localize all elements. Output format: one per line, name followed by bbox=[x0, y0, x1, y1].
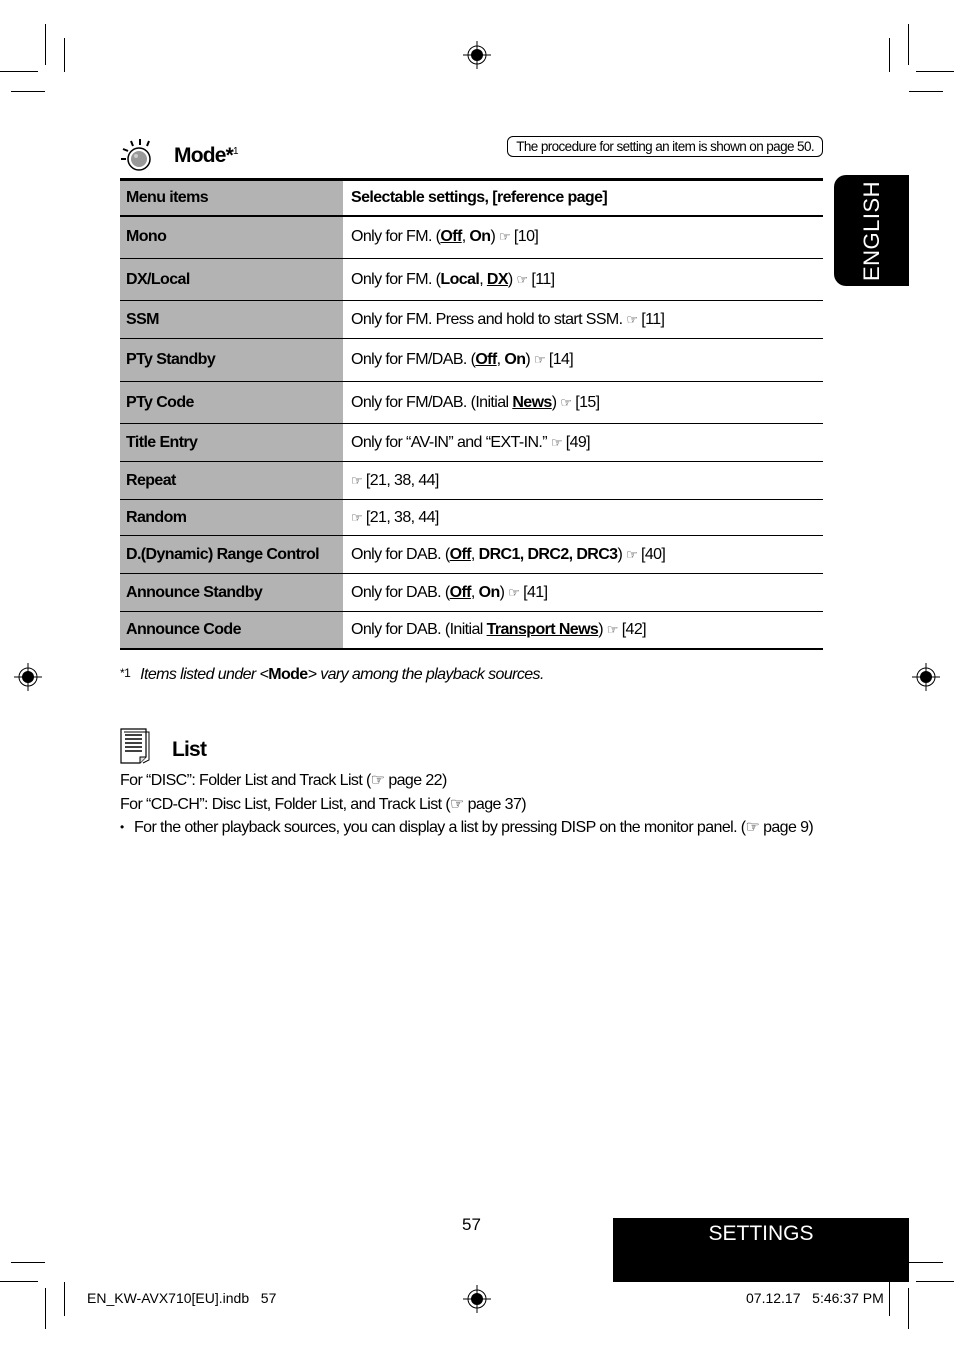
menu-item-cell: Announce Code bbox=[120, 611, 343, 649]
crop-mark bbox=[916, 1281, 954, 1282]
table-row: Random ☞ [21, 38, 44] bbox=[120, 499, 823, 536]
footnote-mark: *1 bbox=[120, 666, 131, 680]
crop-mark bbox=[0, 1281, 38, 1282]
crop-mark bbox=[889, 1282, 890, 1316]
print-slug-timestamp: 07.12.17 5:46:37 PM bbox=[746, 1290, 884, 1306]
language-tab: ENGLISH bbox=[834, 175, 909, 286]
crop-mark bbox=[45, 1288, 46, 1329]
page-number: 57 bbox=[462, 1215, 481, 1234]
table-row: Repeat ☞ [21, 38, 44] bbox=[120, 461, 823, 500]
crop-mark bbox=[908, 1288, 909, 1329]
menu-item-cell: PTy Code bbox=[120, 381, 343, 424]
list-text-line: For “CD-CH”: Disc List, Folder List, and… bbox=[120, 795, 527, 813]
crop-mark bbox=[11, 91, 45, 92]
list-section-body: For “DISC”: Folder List and Track List (… bbox=[120, 769, 814, 840]
table-row: PTy Code Only for FM/DAB. (Initial News) … bbox=[120, 381, 823, 424]
crop-mark bbox=[889, 38, 890, 72]
procedure-note: The procedure for setting an item is sho… bbox=[507, 136, 823, 157]
table-row: SSM Only for FM. Press and hold to start … bbox=[120, 300, 823, 339]
setting-cell: Only for DAB. (Initial Transport News) ☞… bbox=[351, 620, 647, 638]
setting-cell: Only for FM/DAB. (Initial News) ☞ [15] bbox=[351, 393, 600, 411]
footnote-text: > vary among the playback sources. bbox=[307, 666, 545, 683]
section-title: Mode*1 bbox=[174, 144, 239, 168]
table-row: Announce Standby Only for DAB. (Off, On) … bbox=[120, 573, 823, 612]
crop-mark bbox=[909, 91, 943, 92]
registration-mark-icon bbox=[912, 663, 940, 691]
menu-item-cell: Mono bbox=[120, 215, 343, 259]
list-text-line: For “DISC”: Folder List and Track List (… bbox=[120, 772, 447, 789]
column-header: Selectable settings, [reference page] bbox=[351, 188, 608, 206]
table-row: D.(Dynamic) Range Control Only for DAB. (… bbox=[120, 535, 823, 574]
crop-mark bbox=[45, 24, 46, 65]
setting-cell: Only for FM. Press and hold to start SSM… bbox=[351, 310, 665, 328]
crop-mark bbox=[11, 1262, 45, 1263]
section-tab: SETTINGS bbox=[613, 1218, 909, 1282]
setting-cell: ☞ [21, 38, 44] bbox=[351, 508, 439, 526]
language-tab-label: ENGLISH bbox=[858, 180, 884, 281]
crop-mark bbox=[64, 38, 65, 72]
setting-cell: Only for FM/DAB. (Off, On) ☞ [14] bbox=[351, 351, 574, 368]
menu-item-cell: Title Entry bbox=[120, 423, 343, 462]
table-header-row: Menu items Selectable settings, [referen… bbox=[120, 179, 823, 216]
footnote: *1 Items listed under <Mode> vary among t… bbox=[120, 666, 544, 684]
menu-item-cell: DX/Local bbox=[120, 258, 343, 301]
setting-cell: Only for “AV-IN” and “EXT-IN.” ☞ [49] bbox=[351, 433, 591, 451]
setting-cell: ☞ [21, 38, 44] bbox=[351, 471, 439, 489]
crop-mark bbox=[916, 71, 954, 72]
menu-item-cell: D.(Dynamic) Range Control bbox=[120, 535, 343, 574]
footnote-bold: Mode bbox=[268, 666, 308, 683]
table-row: Mono Only for FM. (Off, On) ☞ [10] bbox=[120, 215, 823, 259]
menu-item-cell: Repeat bbox=[120, 461, 343, 500]
crop-mark bbox=[909, 1262, 943, 1263]
menu-item-cell: Announce Standby bbox=[120, 573, 343, 612]
mode-section-header: Mode*1 The procedure for setting an item… bbox=[120, 136, 825, 178]
table-row: Announce Code Only for DAB. (Initial Tran… bbox=[120, 611, 823, 649]
setting-cell: Only for FM. (Off, On) ☞ [10] bbox=[351, 228, 539, 246]
setting-cell: Only for DAB. (Off, On) ☞ [41] bbox=[351, 583, 548, 601]
column-header: Menu items bbox=[120, 179, 343, 216]
registration-mark-icon bbox=[14, 663, 42, 691]
list-bullet: For the other playback sources, you can … bbox=[120, 816, 814, 840]
document-list-icon bbox=[120, 728, 152, 764]
footnote-text: Items listed under < bbox=[140, 666, 269, 683]
menu-item-cell: SSM bbox=[120, 300, 343, 339]
footnote-ref: 1 bbox=[233, 146, 239, 157]
setting-cell: Only for FM. (Local, DX) ☞ [11] bbox=[351, 270, 555, 288]
registration-mark-icon bbox=[463, 1285, 491, 1313]
crop-mark bbox=[908, 24, 909, 65]
section-title: List bbox=[172, 738, 207, 761]
print-slug-file: EN_KW-AVX710[EU].indb 57 bbox=[87, 1290, 277, 1306]
crop-mark bbox=[64, 1282, 65, 1316]
menu-item-cell: PTy Standby bbox=[120, 338, 343, 382]
table-row: Title Entry Only for “AV-IN” and “EXT-IN.… bbox=[120, 423, 823, 462]
table-row: DX/Local Only for FM. (Local, DX) ☞ [11] bbox=[120, 258, 823, 301]
registration-mark-icon bbox=[463, 41, 491, 69]
section-title-text: Mode* bbox=[174, 144, 234, 167]
mode-settings-table: Menu items Selectable settings, [referen… bbox=[120, 178, 823, 650]
menu-item-cell: Random bbox=[120, 499, 343, 536]
crop-mark bbox=[0, 71, 38, 72]
section-tab-label: SETTINGS bbox=[708, 1222, 814, 1245]
knob-icon bbox=[120, 138, 156, 174]
table-row: PTy Standby Only for FM/DAB. (Off, On) ☞ … bbox=[120, 338, 823, 382]
setting-cell: Only for DAB. (Off, DRC1, DRC2, DRC3) ☞ … bbox=[351, 545, 666, 563]
